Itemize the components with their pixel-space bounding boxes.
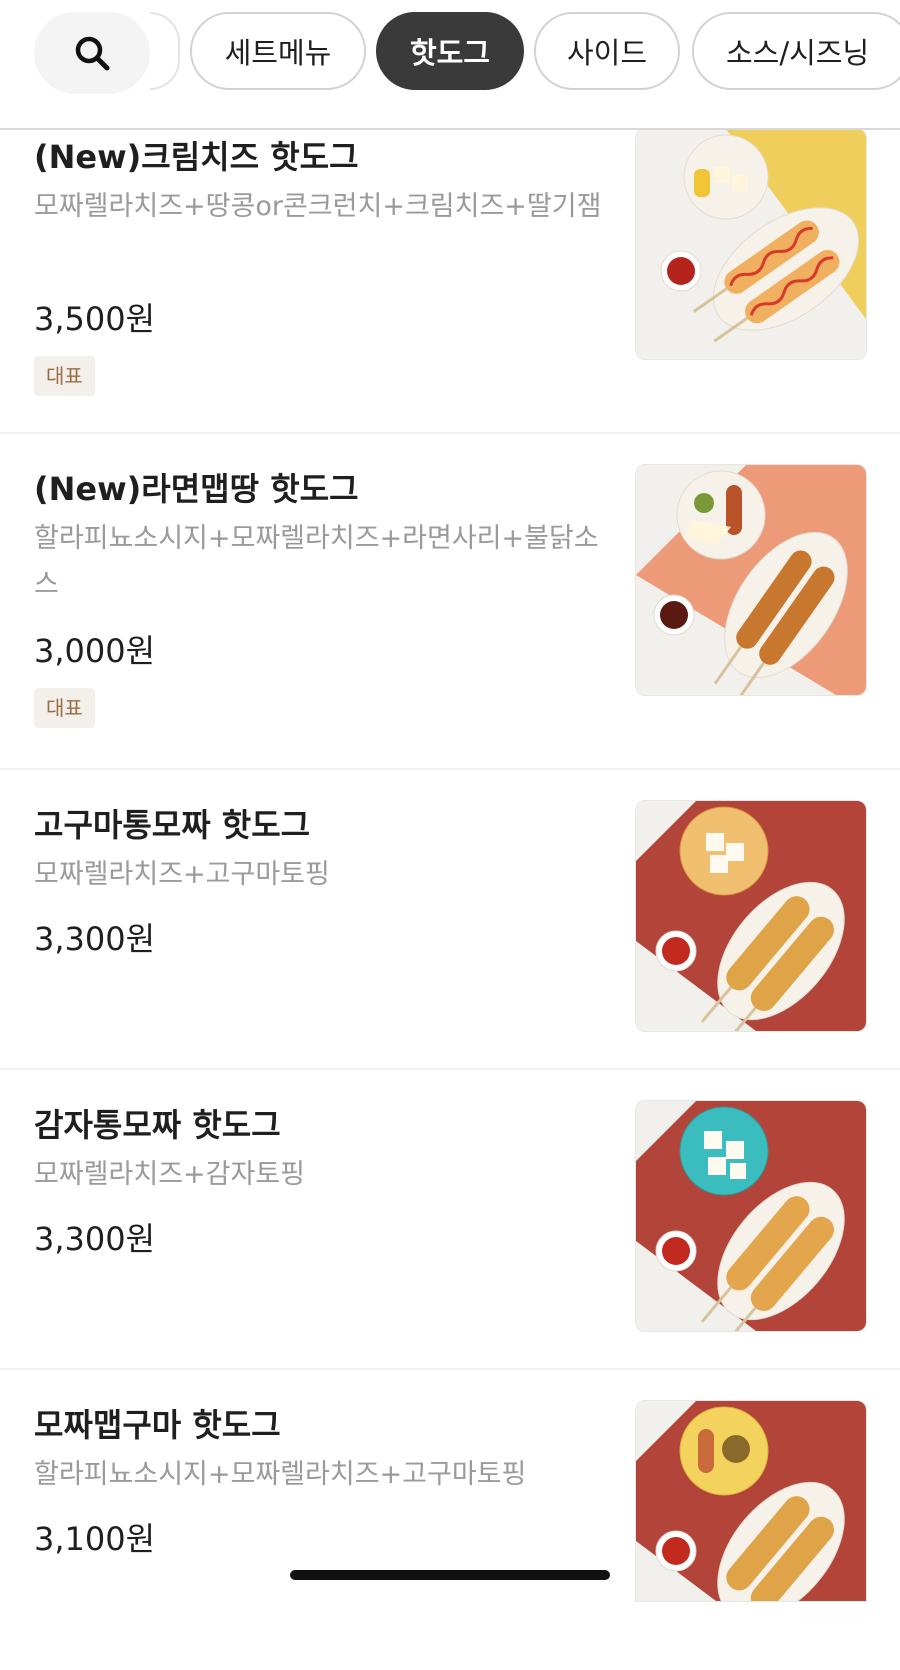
item-description: 할라피뇨소시지+모짜렐라치즈+고구마토핑 [34, 1459, 527, 1490]
item-thumbnail [635, 800, 867, 1032]
item-name: (New)크림치즈 핫도그 [34, 138, 359, 176]
item-price: 3,100원 [34, 1520, 156, 1558]
menu-item[interactable]: 감자통모짜 핫도그 모짜렐라치즈+감자토핑 3,300원 [0, 1070, 900, 1370]
menu-item[interactable]: 모짜맵구마 핫도그 할라피뇨소시지+모짜렐라치즈+고구마토핑 3,100원 [0, 1370, 900, 1670]
item-name: (New)라면맵땅 핫도그 [34, 470, 359, 508]
item-price: 3,300원 [34, 920, 156, 958]
menu-item[interactable]: (New)라면맵땅 핫도그 할라피뇨소시지+모짜렐라치즈+라면사리+불닭소스 3… [0, 434, 900, 770]
item-thumbnail [635, 128, 867, 360]
tab-side[interactable]: 사이드 [534, 12, 680, 90]
menu-item[interactable]: 고구마통모짜 핫도그 모짜렐라치즈+고구마토핑 3,300원 [0, 770, 900, 1070]
search-icon [75, 36, 110, 71]
tab-hotdog[interactable]: 핫도그 [376, 12, 524, 90]
home-indicator [290, 1570, 610, 1580]
tab-set-menu[interactable]: 세트메뉴 [190, 12, 366, 90]
item-name: 모짜맵구마 핫도그 [34, 1406, 281, 1444]
hidden-chip-edge [150, 12, 180, 90]
item-price: 3,500원 [34, 300, 156, 338]
item-price: 3,000원 [34, 632, 156, 670]
item-name: 감자통모짜 핫도그 [34, 1106, 281, 1144]
item-description: 모짜렐라치즈+고구마토핑 [34, 859, 330, 890]
category-bar: 세트메뉴 핫도그 사이드 소스/시즈닝 [0, 0, 900, 130]
item-description: 할라피뇨소시지+모짜렐라치즈+라면사리+불닭소스 [34, 523, 599, 600]
search-button[interactable] [34, 12, 150, 94]
menu-item[interactable]: (New)크림치즈 핫도그 모짜렐라치즈+땅콩or콘크런치+크림치즈+딸기잼 3… [0, 128, 900, 434]
item-description: 모짜렐라치즈+땅콩or콘크런치+크림치즈+딸기잼 [34, 191, 602, 222]
signature-badge: 대표 [34, 688, 95, 728]
item-thumbnail [635, 464, 867, 696]
item-thumbnail [635, 1100, 867, 1332]
item-thumbnail [635, 1400, 867, 1602]
tab-sauce-seasoning[interactable]: 소스/시즈닝 [692, 12, 900, 90]
item-price: 3,300원 [34, 1220, 156, 1258]
item-description: 모짜렐라치즈+감자토핑 [34, 1159, 306, 1190]
signature-badge: 대표 [34, 356, 95, 396]
item-name: 고구마통모짜 핫도그 [34, 806, 311, 844]
